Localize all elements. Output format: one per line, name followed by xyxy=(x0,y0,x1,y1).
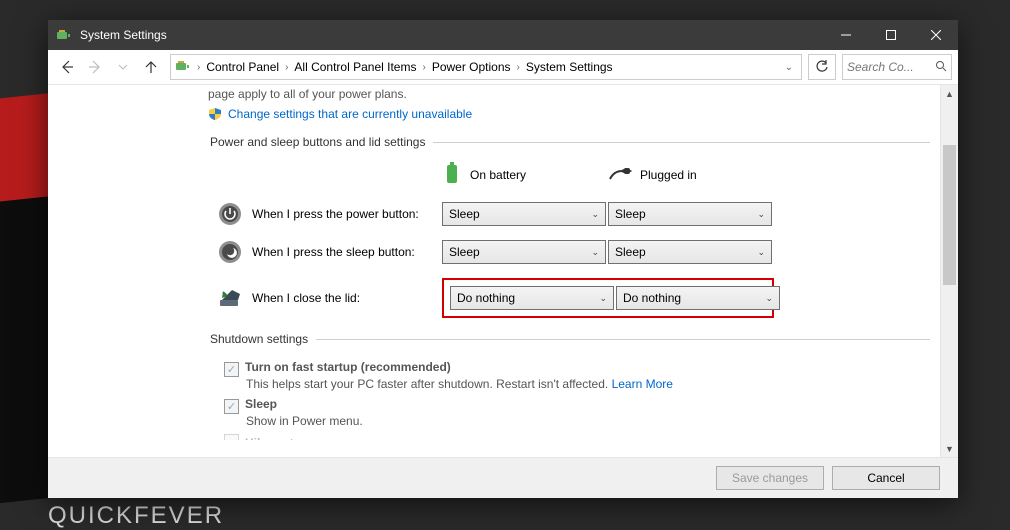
search-icon xyxy=(935,60,947,75)
battery-icon xyxy=(442,161,462,188)
fast-startup-item: ✓ Turn on fast startup (recommended) This… xyxy=(224,360,930,391)
fast-startup-checkbox[interactable]: ✓ xyxy=(224,362,239,377)
row-label-power: When I press the power button: xyxy=(252,207,442,221)
lid-highlight: Do nothing⌄ Do nothing⌄ xyxy=(442,278,774,318)
uac-shield-icon xyxy=(208,107,222,121)
watermark-a: QUICK xyxy=(48,502,134,529)
power-sleep-lid-section: Power and sleep buttons and lid settings… xyxy=(208,135,930,318)
sleep-battery-select[interactable]: Sleep⌄ xyxy=(442,240,606,264)
sleep-plugged-select[interactable]: Sleep⌄ xyxy=(608,240,772,264)
col-on-battery: On battery xyxy=(442,161,608,188)
scroll-down-icon[interactable]: ▼ xyxy=(941,440,958,457)
hibernate-checkbox[interactable] xyxy=(224,434,239,440)
learn-more-link[interactable]: Learn More xyxy=(612,377,673,391)
lid-icon xyxy=(208,286,252,310)
search-placeholder: Search Co... xyxy=(847,60,914,74)
breadcrumb-item[interactable]: Power Options xyxy=(432,60,511,74)
search-input[interactable]: Search Co... xyxy=(842,54,952,80)
scroll-thumb[interactable] xyxy=(943,145,956,285)
chevron-down-icon: ⌄ xyxy=(599,293,607,304)
col-label: Plugged in xyxy=(640,168,697,182)
titlebar[interactable]: System Settings xyxy=(48,20,958,50)
cancel-button[interactable]: Cancel xyxy=(832,466,940,490)
sleep-title: Sleep xyxy=(245,397,277,411)
sleep-button-icon xyxy=(208,240,252,264)
sleep-checkbox[interactable]: ✓ xyxy=(224,399,239,414)
lid-plugged-select[interactable]: Do nothing⌄ xyxy=(616,286,780,310)
breadcrumb-item[interactable]: System Settings xyxy=(526,60,613,74)
sleep-item: ✓ Sleep Show in Power menu. xyxy=(224,397,930,428)
back-button[interactable] xyxy=(54,54,80,80)
minimize-button[interactable] xyxy=(823,20,868,50)
watermark-b: FEVER xyxy=(134,502,224,529)
power-options-icon xyxy=(56,27,72,43)
navbar: › Control Panel › All Control Panel Item… xyxy=(48,50,958,85)
save-changes-button[interactable]: Save changes xyxy=(716,466,824,490)
fast-startup-title: Turn on fast startup (recommended) xyxy=(245,360,451,374)
chevron-down-icon[interactable]: ⌄ xyxy=(785,62,797,73)
chevron-right-icon: › xyxy=(422,62,425,73)
power-battery-select[interactable]: Sleep⌄ xyxy=(442,202,606,226)
sleep-desc: Show in Power menu. xyxy=(246,414,930,428)
chevron-right-icon: › xyxy=(517,62,520,73)
close-button[interactable] xyxy=(913,20,958,50)
recent-dropdown[interactable] xyxy=(110,54,136,80)
col-plugged-in: Plugged in xyxy=(608,163,774,186)
scroll-up-icon[interactable]: ▲ xyxy=(941,85,958,102)
breadcrumb[interactable]: › Control Panel › All Control Panel Item… xyxy=(170,54,802,80)
shutdown-settings-section: Shutdown settings ✓ Turn on fast startup … xyxy=(208,332,930,440)
lid-battery-select[interactable]: Do nothing⌄ xyxy=(450,286,614,310)
change-settings-link[interactable]: Change settings that are currently unava… xyxy=(228,107,472,121)
refresh-button[interactable] xyxy=(808,54,836,80)
breadcrumb-item[interactable]: Control Panel xyxy=(206,60,279,74)
power-options-icon xyxy=(175,58,191,77)
watermark: QUICKFEVER xyxy=(48,502,224,530)
breadcrumb-item[interactable]: All Control Panel Items xyxy=(294,60,416,74)
up-button[interactable] xyxy=(138,54,164,80)
hibernate-title: Hibernate xyxy=(245,436,300,440)
chevron-down-icon: ⌄ xyxy=(591,209,599,220)
chevron-right-icon: › xyxy=(197,62,200,73)
chevron-down-icon: ⌄ xyxy=(757,247,765,258)
row-label-sleep: When I press the sleep button: xyxy=(252,245,442,259)
row-label-lid: When I close the lid: xyxy=(252,291,442,305)
power-button-icon xyxy=(208,202,252,226)
maximize-button[interactable] xyxy=(868,20,913,50)
window-title: System Settings xyxy=(80,28,167,42)
window: System Settings › Control Panel › All Co… xyxy=(48,20,958,498)
footer: Save changes Cancel xyxy=(48,457,958,498)
plug-icon xyxy=(608,163,632,186)
chevron-down-icon: ⌄ xyxy=(591,247,599,258)
hibernate-item: Hibernate xyxy=(224,434,930,440)
vertical-scrollbar[interactable]: ▲ ▼ xyxy=(940,85,958,457)
section-legend: Shutdown settings xyxy=(208,332,316,346)
power-plugged-select[interactable]: Sleep⌄ xyxy=(608,202,772,226)
section-legend: Power and sleep buttons and lid settings xyxy=(208,135,433,149)
chevron-down-icon: ⌄ xyxy=(757,209,765,220)
partial-description: page apply to all of your power plans. xyxy=(208,87,940,101)
chevron-right-icon: › xyxy=(285,62,288,73)
col-label: On battery xyxy=(470,168,526,182)
content-pane: page apply to all of your power plans. C… xyxy=(48,85,940,457)
forward-button[interactable] xyxy=(82,54,108,80)
chevron-down-icon: ⌄ xyxy=(765,293,773,304)
fast-startup-desc: This helps start your PC faster after sh… xyxy=(246,377,930,391)
